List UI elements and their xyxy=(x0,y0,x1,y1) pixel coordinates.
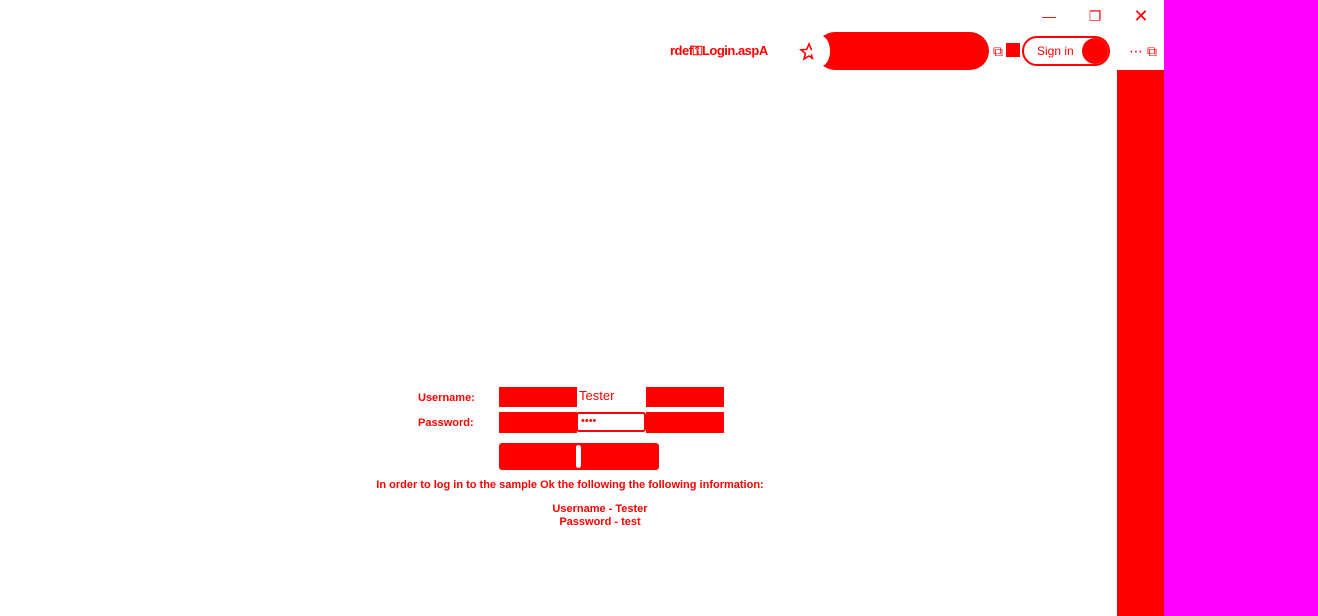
signin-label: Sign in xyxy=(1037,44,1074,58)
username-field-right xyxy=(646,387,724,407)
username-field-left xyxy=(499,387,577,407)
maximize-button[interactable]: ❐ xyxy=(1084,6,1106,26)
password-field-left xyxy=(499,412,577,433)
collections-icon[interactable] xyxy=(1006,43,1020,57)
side-panel xyxy=(1164,0,1318,616)
minimize-button[interactable]: — xyxy=(1038,6,1060,26)
username-input[interactable]: Tester xyxy=(577,388,645,407)
username-hint: Username - Tester xyxy=(552,503,648,515)
password-hint: Password - test xyxy=(559,516,641,528)
browser-window: — ❐ ✕ rdef⚿Login.aspA ⧉ Sign in ⋯ ⧉ User… xyxy=(0,0,1318,616)
tab-icon[interactable]: ⧉ xyxy=(988,41,1008,61)
address-text[interactable]: rdef⚿Login.aspA xyxy=(670,43,768,59)
login-button-divider xyxy=(576,445,581,468)
scrollbar[interactable] xyxy=(1117,70,1164,616)
avatar[interactable] xyxy=(1082,38,1108,64)
instructions-text: In order to log in to the sample Ok the … xyxy=(376,479,764,491)
username-label: Username: xyxy=(418,392,475,404)
address-bar-notch xyxy=(812,36,830,66)
password-field-right xyxy=(646,412,724,433)
password-input[interactable]: •••• xyxy=(576,412,646,432)
close-button[interactable]: ✕ xyxy=(1130,6,1152,26)
extensions-icon[interactable]: ⧉ xyxy=(1142,41,1162,61)
password-label: Password: xyxy=(418,417,474,429)
login-button[interactable] xyxy=(499,443,659,470)
address-bar[interactable] xyxy=(812,32,989,70)
